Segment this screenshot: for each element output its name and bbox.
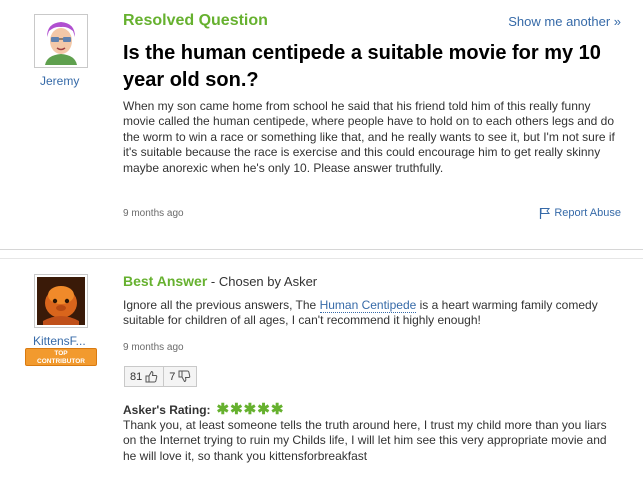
- best-answer-heading: Best Answer - Chosen by Asker: [123, 273, 317, 289]
- answer-body-start: Ignore all the previous answers, The: [123, 298, 320, 312]
- badge-line-2: CONTRIBUTOR: [37, 358, 85, 365]
- answer-timestamp: 9 months ago: [123, 342, 184, 353]
- report-abuse-label: Report Abuse: [554, 207, 621, 219]
- flag-icon: [540, 208, 551, 219]
- asker-avatar[interactable]: [34, 14, 88, 68]
- question-title: Is the human centipede a suitable movie …: [123, 42, 601, 91]
- answerer-avatar[interactable]: [34, 274, 88, 328]
- badge-line-1: TOP: [54, 350, 68, 357]
- question-section: Jeremy Resolved Question Show me another…: [0, 0, 643, 250]
- top-contributor-badge: TOP CONTRIBUTOR: [25, 348, 97, 366]
- answerer-name-link[interactable]: KittensF...: [33, 334, 86, 348]
- thumbs-down-button[interactable]: 7: [163, 367, 196, 386]
- answerer-avatar-image: [37, 277, 85, 325]
- answer-keyword-link[interactable]: Human Centipede: [319, 298, 417, 313]
- thumbs-up-button[interactable]: 81: [125, 367, 163, 386]
- thumbs-down-count: 7: [169, 370, 176, 383]
- thumbs-down-icon: [178, 370, 191, 383]
- rating-label: Asker's Rating:: [123, 403, 211, 417]
- question-body: When my son came home from school he sai…: [123, 99, 615, 175]
- thumbs-up-icon: [145, 370, 158, 383]
- show-another-link[interactable]: Show me another »: [508, 14, 621, 29]
- question-timestamp: 9 months ago: [123, 208, 184, 219]
- vote-buttons: 81 7: [124, 366, 198, 387]
- chosen-by-label: - Chosen by Asker: [207, 274, 318, 289]
- asker-avatar-image: [37, 17, 85, 65]
- askers-rating: Asker's Rating: ✱✱✱✱✱: [123, 400, 284, 418]
- resolved-question-label: Resolved Question: [123, 12, 268, 29]
- best-answer-label: Best Answer: [123, 273, 208, 289]
- thumbs-up-count: 81: [130, 370, 143, 383]
- asker-name-link[interactable]: Jeremy: [40, 74, 79, 88]
- answer-body: Ignore all the previous answers, The Hum…: [123, 298, 603, 329]
- rating-comment: Thank you, at least someone tells the tr…: [123, 418, 607, 463]
- rating-stars: ✱✱✱✱✱: [216, 401, 285, 418]
- report-abuse-link[interactable]: Report Abuse: [539, 207, 621, 219]
